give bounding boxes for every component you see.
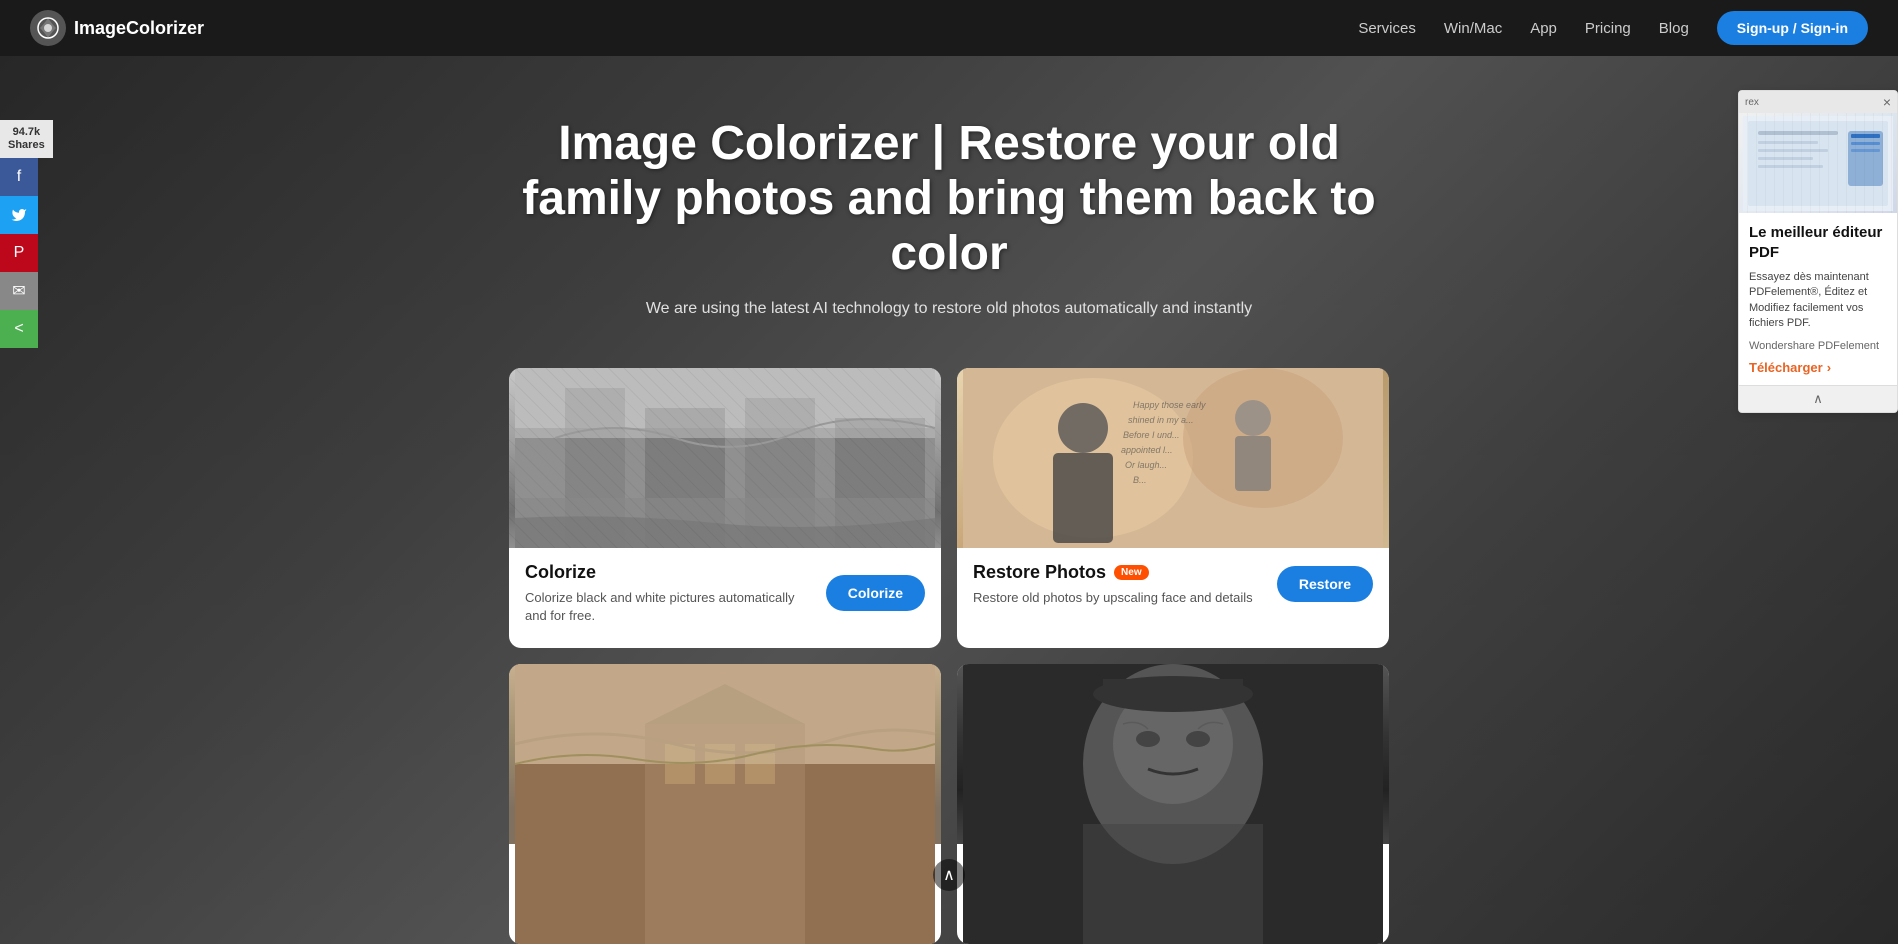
svg-text:shined in my a...: shined in my a...	[1128, 415, 1194, 425]
card-restore-image: Happy those early shined in my a... Befo…	[957, 368, 1389, 548]
nav-app[interactable]: App	[1530, 20, 1557, 37]
ad-collapse-button[interactable]: ∧	[1739, 385, 1897, 412]
card-restore-text: Restore Photos New Restore old photos by…	[973, 562, 1267, 607]
logo-link[interactable]: ImageColorizer	[30, 10, 204, 46]
card-colorize-text: Colorize Colorize black and white pictur…	[525, 562, 816, 625]
svg-text:Or laugh...: Or laugh...	[1125, 460, 1167, 470]
nav-services[interactable]: Services	[1358, 20, 1416, 37]
ad-close-button[interactable]: ×	[1883, 94, 1891, 110]
card-bw	[957, 664, 1389, 944]
logo-icon	[30, 10, 66, 46]
card-restore-title: Restore Photos New	[973, 562, 1267, 583]
hero-section: Image Colorizer | Restore your old famil…	[0, 56, 1898, 944]
cards-grid: Colorize Colorize black and white pictur…	[509, 368, 1389, 944]
card-colorize-image	[509, 368, 941, 548]
share-count: 94.7k Shares	[0, 120, 53, 158]
ad-panel-header: rex ×	[1739, 91, 1897, 113]
svg-text:appointed l...: appointed l...	[1121, 445, 1173, 455]
ad-panel: rex × Le meilleur éditeur PDF Essayez dè…	[1738, 90, 1898, 413]
nav-blog[interactable]: Blog	[1659, 20, 1689, 37]
card-restore-desc: Restore old photos by upscaling face and…	[973, 589, 1267, 607]
card-colorize: Colorize Colorize black and white pictur…	[509, 368, 941, 648]
pinterest-share-button[interactable]: P	[0, 234, 38, 272]
card-sepia	[509, 664, 941, 944]
hero-title: Image Colorizer | Restore your old famil…	[519, 116, 1379, 282]
svg-text:Before I und...: Before I und...	[1123, 430, 1180, 440]
ad-title: Le meilleur éditeur PDF	[1749, 223, 1887, 262]
navbar: ImageColorizer Services Win/Mac App Pric…	[0, 0, 1898, 56]
card-restore-body: Restore Photos New Restore old photos by…	[957, 548, 1389, 621]
restore-button[interactable]: Restore	[1277, 566, 1373, 602]
colorize-button[interactable]: Colorize	[826, 575, 925, 611]
card-restore: Happy those early shined in my a... Befo…	[957, 368, 1389, 648]
ad-header-label: rex	[1745, 97, 1759, 108]
generic-share-button[interactable]: <	[0, 310, 38, 348]
card-sepia-image	[509, 664, 941, 844]
chevron-right-icon: ›	[1827, 360, 1831, 375]
svg-text:B...: B...	[1133, 475, 1147, 485]
ad-image	[1739, 113, 1897, 213]
card-colorize-body: Colorize Colorize black and white pictur…	[509, 548, 941, 639]
new-badge: New	[1114, 565, 1149, 580]
nav-winmac[interactable]: Win/Mac	[1444, 20, 1502, 37]
ad-cta-link[interactable]: Télécharger ›	[1749, 360, 1887, 375]
hero-content: Image Colorizer | Restore your old famil…	[499, 116, 1399, 358]
ad-brand: Wondershare PDFelement	[1749, 340, 1887, 352]
signin-button[interactable]: Sign-up / Sign-in	[1717, 11, 1868, 45]
facebook-share-button[interactable]: f	[0, 158, 38, 196]
ad-description: Essayez dès maintenant PDFelement®, Édit…	[1749, 270, 1887, 332]
card-colorize-desc: Colorize black and white pictures automa…	[525, 589, 816, 625]
scroll-up-button[interactable]: ∧	[933, 859, 965, 891]
nav-pricing[interactable]: Pricing	[1585, 20, 1631, 37]
email-share-button[interactable]: ✉	[0, 272, 38, 310]
hero-subtitle: We are using the latest AI technology to…	[519, 300, 1379, 318]
card-colorize-title: Colorize	[525, 562, 816, 583]
twitter-share-button[interactable]	[0, 196, 38, 234]
nav-links: Services Win/Mac App Pricing Blog Sign-u…	[1358, 11, 1868, 45]
card-bw-image	[957, 664, 1389, 844]
svg-text:Happy those early: Happy those early	[1133, 400, 1206, 410]
brand-name: ImageColorizer	[74, 18, 204, 39]
social-sidebar: 94.7k Shares f P ✉ <	[0, 120, 53, 348]
ad-body: Le meilleur éditeur PDF Essayez dès main…	[1739, 213, 1897, 385]
